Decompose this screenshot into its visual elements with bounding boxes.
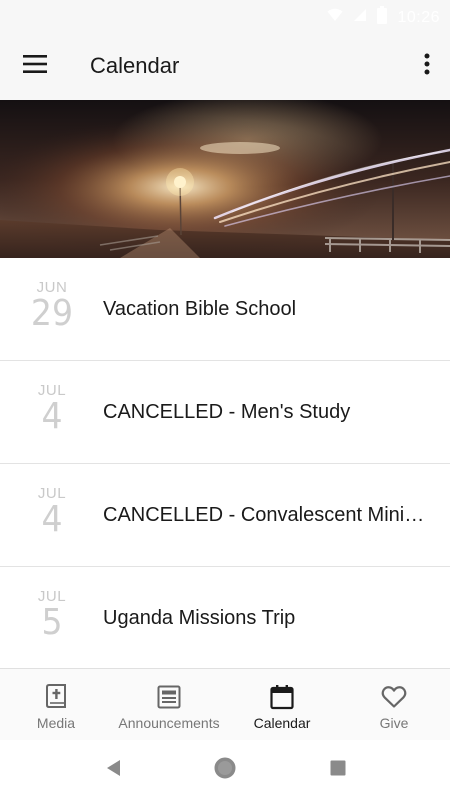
event-title: CANCELLED - Men's Study <box>103 401 351 423</box>
status-icons: 10:26 <box>327 6 440 29</box>
home-circle-icon <box>213 756 237 785</box>
recents-button[interactable] <box>326 758 350 782</box>
recents-square-icon <box>329 759 347 782</box>
battery-icon <box>377 6 388 29</box>
signal-icon <box>353 8 367 27</box>
nav-item-calendar[interactable]: Calendar <box>226 669 338 741</box>
event-row[interactable]: JUL 5 Uganda Missions Trip <box>0 567 450 670</box>
back-triangle-icon <box>104 758 122 783</box>
event-list: JUN 29 Vacation Bible School JUL 4 CANCE… <box>0 258 450 670</box>
home-button[interactable] <box>213 756 237 785</box>
event-date: JUL 4 <box>20 486 84 538</box>
hero-image <box>0 100 450 258</box>
event-day: 4 <box>41 499 63 540</box>
back-button[interactable] <box>101 758 125 782</box>
more-vertical-icon <box>424 53 430 80</box>
nav-label-calendar: Calendar <box>253 715 311 731</box>
status-time: 10:26 <box>397 8 440 26</box>
nav-item-announcements[interactable]: Announcements <box>112 669 226 741</box>
event-date: JUL 5 <box>20 589 84 641</box>
event-row[interactable]: JUL 4 CANCELLED - Convalescent Ministry <box>0 464 450 567</box>
news-icon <box>157 683 181 711</box>
event-day: 29 <box>30 293 74 334</box>
event-day: 5 <box>41 602 63 643</box>
bottom-nav: Media Announcements Calendar Give <box>0 668 450 740</box>
event-date: JUN 29 <box>20 280 84 332</box>
page-title: Calendar <box>90 53 180 78</box>
event-title: CANCELLED - Convalescent Ministry <box>103 504 432 526</box>
nav-item-give[interactable]: Give <box>338 669 450 741</box>
bible-icon <box>45 683 67 711</box>
event-day: 4 <box>41 396 63 437</box>
app-bar: Calendar <box>0 32 450 100</box>
wifi-icon <box>327 8 343 27</box>
heart-icon <box>381 683 407 711</box>
system-nav-bar <box>0 740 450 800</box>
hamburger-menu-icon <box>23 54 47 78</box>
nav-label-media: Media <box>36 715 76 731</box>
event-title: Vacation Bible School <box>103 298 297 320</box>
menu-button[interactable] <box>14 46 56 86</box>
calendar-icon <box>270 683 294 711</box>
status-bar: 10:26 <box>0 0 450 32</box>
more-options-button[interactable] <box>414 46 440 86</box>
event-date: JUL 4 <box>20 383 84 435</box>
nav-label-announcements: Announcements <box>118 715 220 731</box>
event-title: Uganda Missions Trip <box>103 607 296 629</box>
event-row[interactable]: JUN 29 Vacation Bible School <box>0 258 450 361</box>
nav-item-media[interactable]: Media <box>0 669 112 741</box>
event-row[interactable]: JUL 4 CANCELLED - Men's Study <box>0 361 450 464</box>
nav-label-give: Give <box>379 715 409 731</box>
